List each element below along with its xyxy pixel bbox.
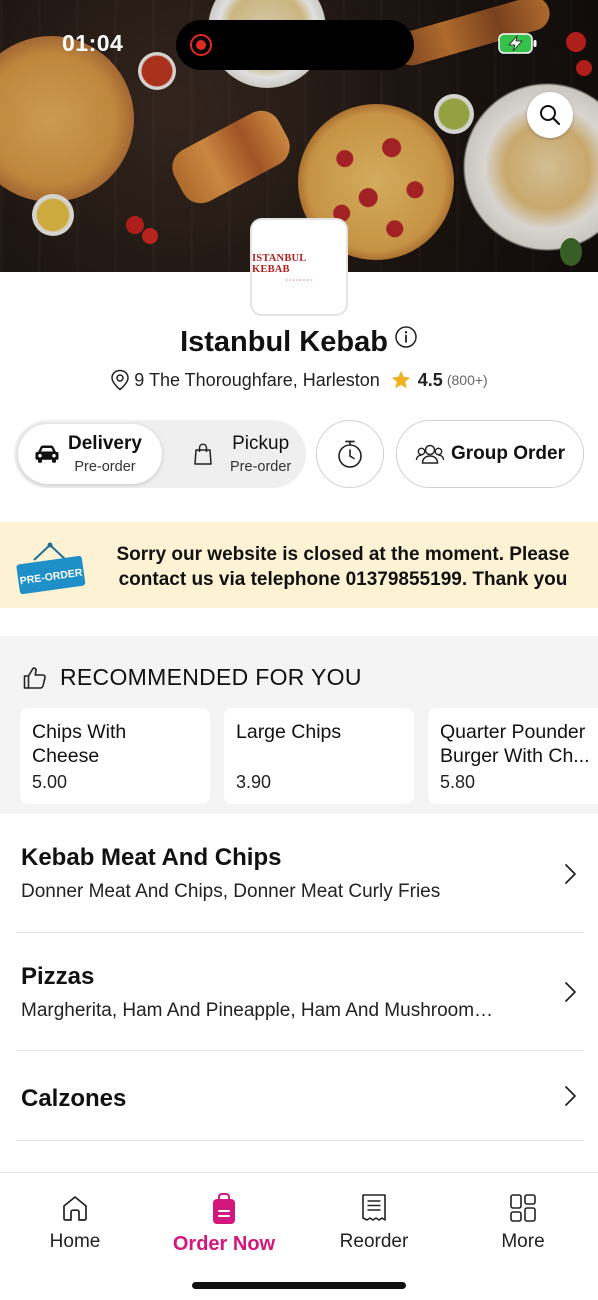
- recommended-title: RECOMMENDED FOR YOU: [60, 664, 362, 690]
- nav-home-label: Home: [49, 1231, 101, 1252]
- recommended-section: RECOMMENDED FOR YOU Chips With Cheese 5.…: [0, 636, 598, 814]
- restaurant-name: Istanbul Kebab: [180, 326, 388, 358]
- info-icon[interactable]: [394, 324, 418, 357]
- group-people-icon: [415, 444, 445, 464]
- home-icon: [63, 1196, 87, 1221]
- nav-more[interactable]: More: [463, 1193, 583, 1253]
- rating-count: (800+): [446, 372, 488, 388]
- home-indicator: [192, 1282, 406, 1289]
- logo-text: ISTANBUL KEBAB: [252, 252, 306, 275]
- category-row[interactable]: Pizzas Margherita, Ham And Pineapple, Ha…: [0, 933, 598, 1051]
- chevron-right-icon: [565, 864, 576, 884]
- category-description: Margherita, Ham And Pineapple, Ham And M…: [21, 1000, 494, 1021]
- rating-value: 4.5: [417, 369, 443, 390]
- recommended-item-name: Chips With Cheese: [32, 721, 127, 767]
- closed-notice-banner: PRE-ORDER Sorry our website is closed at…: [0, 522, 598, 608]
- category-name: Kebab Meat And Chips: [21, 844, 282, 871]
- bottom-navigation: Home Order Now Reorder More: [0, 1172, 598, 1300]
- category-row[interactable]: Calzones: [0, 1051, 598, 1141]
- delivery-label: Delivery: [68, 433, 142, 454]
- recommended-header: RECOMMENDED FOR YOU: [22, 664, 362, 691]
- recommended-carousel[interactable]: Chips With Cheese 5.00 Large Chips 3.90 …: [20, 708, 598, 804]
- search-icon: [540, 105, 561, 126]
- location-pin-icon: [111, 369, 130, 391]
- recommended-item[interactable]: Large Chips 3.90: [224, 708, 414, 804]
- search-button[interactable]: [527, 92, 573, 138]
- chevron-right-icon: [565, 1086, 576, 1106]
- status-bar: 01:04: [0, 0, 598, 88]
- divider: [16, 1140, 584, 1141]
- pickup-option[interactable]: Pickup Pre-order: [170, 424, 302, 484]
- battery-charging-icon: [498, 33, 537, 54]
- recording-icon: [190, 34, 212, 56]
- restaurant-address: 9 The Thoroughfare, Harleston: [134, 369, 380, 390]
- category-description: Donner Meat And Chips, Donner Meat Curly…: [21, 881, 441, 902]
- nav-reorder[interactable]: Reorder: [314, 1193, 434, 1253]
- stopwatch-icon: [338, 440, 362, 468]
- delivery-option[interactable]: Delivery Pre-order: [18, 424, 162, 484]
- star-icon: [391, 370, 410, 389]
- category-row[interactable]: Kebab Meat And Chips Donner Meat And Chi…: [0, 814, 598, 932]
- car-icon: [35, 445, 59, 463]
- closed-notice-text: Sorry our website is closed at the momen…: [116, 544, 570, 590]
- nav-reorder-label: Reorder: [339, 1231, 409, 1252]
- category-name: Pizzas: [21, 963, 95, 990]
- nav-order-now[interactable]: Order Now: [164, 1193, 284, 1256]
- delivery-sub: Pre-order: [74, 459, 136, 475]
- pickup-label: Pickup: [232, 433, 290, 454]
- grid-icon: [510, 1194, 536, 1222]
- recommended-item[interactable]: Chips With Cheese 5.00: [20, 708, 210, 804]
- pickup-sub: Pre-order: [230, 459, 292, 475]
- group-order-label: Group Order: [450, 443, 565, 464]
- order-bag-icon: [213, 1193, 235, 1224]
- thumbs-up-icon: [23, 666, 46, 689]
- recommended-item-price: 5.00: [32, 772, 68, 792]
- group-order-button[interactable]: Group Order: [396, 420, 584, 488]
- shopping-bag-icon: [194, 443, 212, 465]
- nav-home[interactable]: Home: [15, 1193, 135, 1253]
- status-time: 01:04: [62, 30, 124, 56]
- restaurant-logo: ISTANBUL KEBAB • • • • • • • •: [250, 218, 348, 316]
- recommended-item-price: 3.90: [236, 772, 272, 792]
- order-mode-toggle: Delivery Pre-order Pickup Pre-order: [14, 420, 306, 488]
- category-name: Calzones: [21, 1085, 127, 1112]
- dynamic-island: [176, 20, 414, 70]
- pre-order-sign-icon: PRE-ORDER: [16, 542, 86, 594]
- recommended-item-name: Quarter Pounder Burger With Ch...: [440, 721, 590, 767]
- chevron-right-icon: [565, 982, 576, 1002]
- recommended-item-name: Large Chips: [236, 721, 342, 743]
- recommended-item-price: 5.80: [440, 772, 476, 792]
- schedule-time-button[interactable]: [316, 420, 384, 488]
- restaurant-name-row: Istanbul Kebab: [0, 326, 598, 359]
- address-rating-row: 9 The Thoroughfare, Harleston 4.5 (800+): [0, 369, 598, 391]
- receipt-icon: [362, 1194, 386, 1221]
- nav-more-label: More: [501, 1231, 545, 1252]
- nav-order-now-label: Order Now: [172, 1233, 276, 1255]
- recommended-item[interactable]: Quarter Pounder Burger With Ch... 5.80: [428, 708, 598, 804]
